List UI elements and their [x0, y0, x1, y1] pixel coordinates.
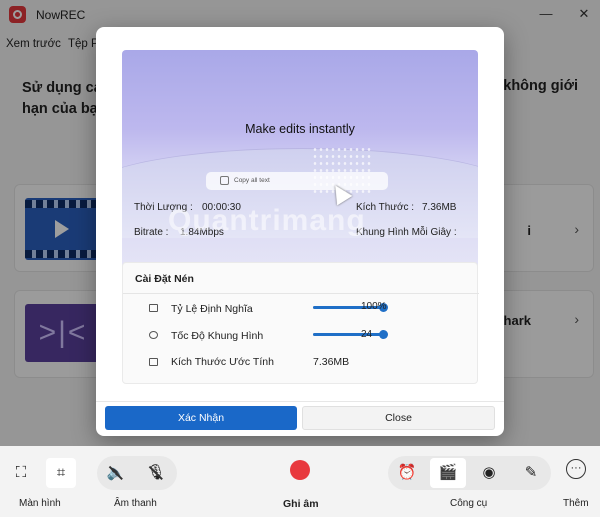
record-label: Ghi âm [283, 498, 319, 510]
framerate-slider-thumb[interactable] [379, 330, 388, 339]
estimated-size-value: 7.36MB [313, 356, 350, 368]
framerate-slider[interactable] [313, 330, 388, 339]
crop-region-icon[interactable]: ⌗ [46, 458, 76, 488]
screen-group: ⛶ ⌗ [6, 456, 86, 490]
fullscreen-icon[interactable]: ⛶ [6, 458, 36, 488]
pen-icon[interactable]: ✎ [516, 458, 546, 488]
tools-group: ⏰ 🎬 ◉ ✎ [388, 456, 551, 490]
close-button[interactable]: Close [302, 406, 495, 430]
bottom-toolbar: ⛶ ⌗ Màn hình 🔈 🎙 Âm thanh Ghi âm ⏰ 🎬 ◉ ✎… [0, 446, 600, 517]
video-preview: Make edits instantly Copy all text Thời … [122, 50, 478, 277]
resolution-icon [149, 304, 158, 312]
microphone-muted-icon[interactable]: 🎙 [141, 458, 171, 488]
record-button[interactable] [290, 460, 310, 480]
audio-group: 🔈 🎙 [97, 456, 177, 490]
clapperboard-icon[interactable]: 🎬 [430, 458, 466, 488]
speaker-muted-icon[interactable]: 🔈 [101, 458, 131, 488]
more-label: Thêm [563, 498, 589, 509]
save-size-icon [149, 358, 158, 366]
resolution-value: 100% [361, 301, 387, 312]
confirm-button[interactable]: Xác Nhận [105, 406, 297, 430]
webcam-icon[interactable]: ◉ [474, 458, 504, 488]
framerate-value: 24 [361, 329, 373, 340]
alarm-clock-icon[interactable]: ⏰ [392, 458, 422, 488]
audio-label: Âm thanh [114, 498, 157, 509]
framerate-label: Tốc Độ Khung Hình [171, 330, 264, 342]
copy-icon [220, 176, 229, 185]
watermark-text: Quantrimang [168, 204, 366, 237]
estimated-size-label: Kích Thước Ước Tính [171, 356, 274, 368]
tools-label: Công cụ [450, 498, 488, 509]
settings-title: Cài Đặt Nén [135, 273, 194, 285]
more-icon[interactable]: ··· [566, 459, 586, 479]
bitrate-label: Bitrate : [134, 227, 169, 238]
preview-headline: Make edits instantly [245, 122, 355, 136]
fps-label: Khung Hình Mỗi Giây : [356, 227, 457, 238]
compression-settings-panel: Cài Đặt Nén Tỷ Lệ Định Nghĩa 100% Tốc Độ… [122, 262, 479, 384]
screen-label: Màn hình [19, 498, 61, 509]
framerate-icon [149, 331, 158, 339]
size-value: 7.36MB [422, 202, 457, 213]
resolution-label: Tỷ Lệ Định Nghĩa [171, 303, 253, 315]
